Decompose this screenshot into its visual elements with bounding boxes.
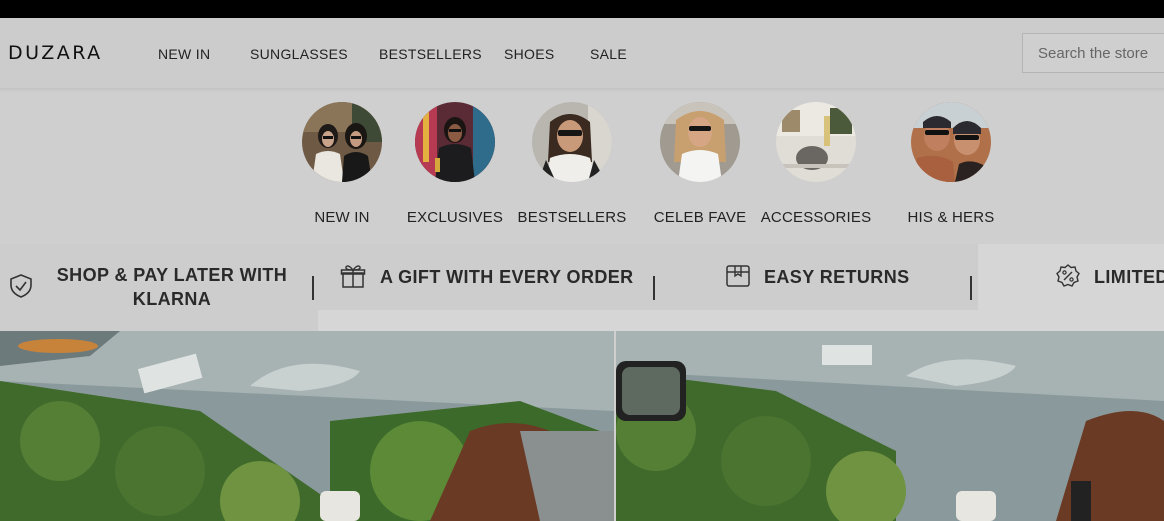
gift-icon — [340, 265, 366, 288]
category-carousel: NEW IN EXCLUSIVES BESTSELLERS CELEB FAVE… — [0, 92, 1164, 244]
shield-check-icon — [10, 274, 32, 298]
site-logo[interactable]: DUZARA — [8, 42, 103, 64]
category-his-hers[interactable]: HIS & HERS — [881, 102, 1021, 226]
usp-gift-text: A GIFT WITH EVERY ORDER — [380, 267, 634, 287]
search-input[interactable] — [1023, 34, 1164, 72]
site-header: DUZARA NEW IN SUNGLASSES BESTSELLERS SHO… — [0, 18, 1164, 88]
usp-limited: LIMITED — [974, 244, 1164, 331]
nav-item-new-in[interactable]: NEW IN — [158, 46, 210, 62]
hero-image-right[interactable] — [616, 331, 1164, 521]
category-label-his-hers[interactable]: HIS & HERS — [881, 209, 1021, 226]
usp-returns-text: EASY RETURNS — [764, 267, 910, 287]
category-bestsellers[interactable]: BESTSELLERS — [502, 102, 642, 226]
usp-klarna-text: SHOP & PAY LATER WITH KLARNA — [44, 263, 300, 311]
category-image-accessories[interactable] — [776, 102, 856, 182]
nav-item-sunglasses[interactable]: SUNGLASSES — [250, 46, 348, 62]
usp-divider — [970, 276, 972, 300]
category-label-accessories[interactable]: ACCESSORIES — [746, 209, 886, 226]
usp-limited-text: LIMITED — [1094, 267, 1164, 287]
category-image-bestsellers[interactable] — [532, 102, 612, 182]
category-image-new-in[interactable] — [302, 102, 382, 182]
category-image-celeb-fave[interactable] — [660, 102, 740, 182]
usp-klarna: SHOP & PAY LATER WITH KLARNA — [0, 244, 318, 331]
usp-klarna-line2: KLARNA — [132, 289, 212, 309]
hero-image-left[interactable] — [0, 331, 614, 521]
usp-bar: SHOP & PAY LATER WITH KLARNA A GIFT WITH… — [0, 244, 1164, 331]
category-label-bestsellers[interactable]: BESTSELLERS — [502, 209, 642, 226]
usp-gift: A GIFT WITH EVERY ORDER — [318, 244, 656, 331]
category-accessories[interactable]: ACCESSORIES — [746, 102, 886, 226]
nav-item-sale[interactable]: SALE — [590, 46, 627, 62]
discount-badge-icon — [1056, 264, 1080, 287]
usp-klarna-line1: SHOP & PAY LATER WITH — [56, 265, 288, 285]
usp-divider — [653, 276, 655, 300]
usp-divider — [312, 276, 314, 300]
category-image-his-hers[interactable] — [911, 102, 991, 182]
category-image-exclusives[interactable] — [415, 102, 495, 182]
nav-item-shoes[interactable]: SHOES — [504, 46, 555, 62]
usp-returns: EASY RETURNS — [656, 244, 972, 331]
search-box — [1022, 33, 1164, 73]
nav-item-bestsellers[interactable]: BESTSELLERS — [379, 46, 482, 62]
top-black-bar — [0, 0, 1164, 18]
box-icon — [726, 265, 750, 287]
